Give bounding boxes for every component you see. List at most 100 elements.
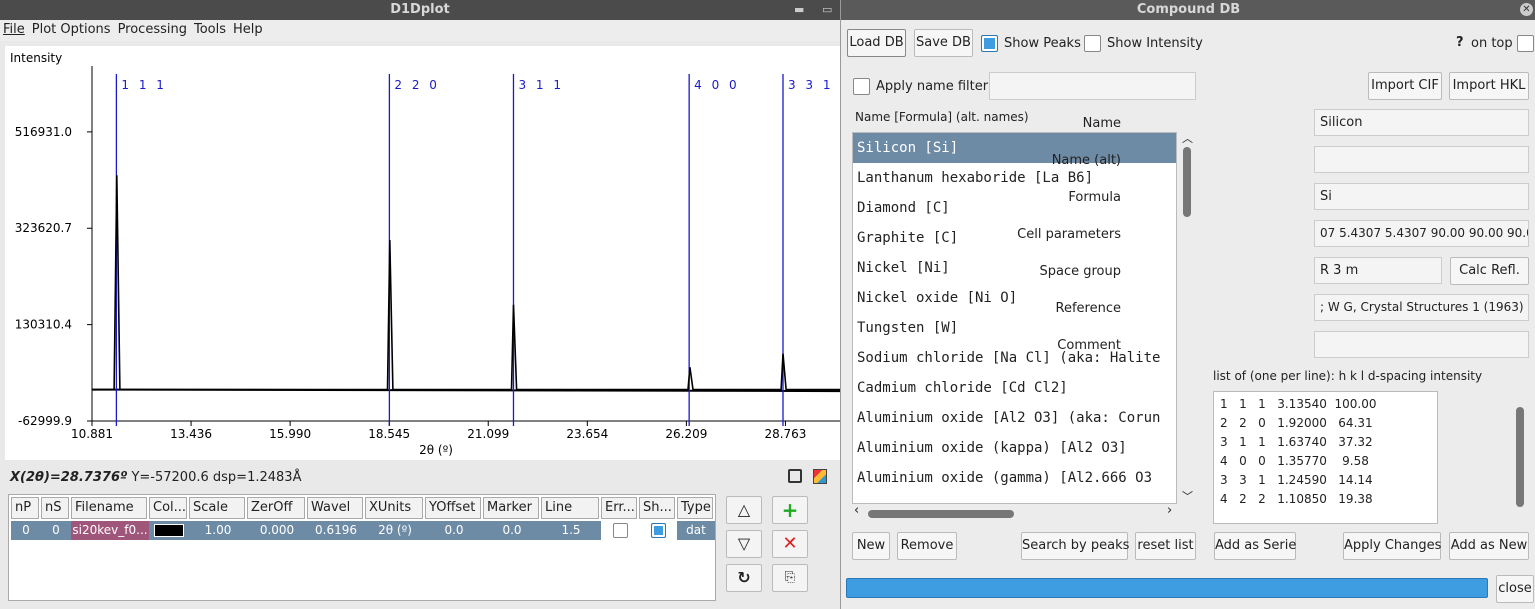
list-item[interactable]: Aluminium oxide (gamma) [Al2.666 O3 (853, 463, 1176, 493)
reflections-vscrollbar[interactable] (1513, 391, 1527, 524)
list-item[interactable]: .......... (853, 493, 1176, 503)
list-item[interactable]: Sodium chloride [Na Cl] (aka: Halite (853, 343, 1176, 373)
maximize-icon[interactable]: ▭ (822, 0, 832, 20)
cell-xunits[interactable]: 2θ (º) (365, 521, 425, 540)
reflections-textarea[interactable]: 1 1 1 3.13540 100.00 2 2 0 1.92000 64.31… (1213, 391, 1438, 524)
scroll-left-icon[interactable]: ‹ (854, 503, 859, 518)
col-header[interactable]: Wavel (307, 497, 363, 519)
cell-ns[interactable]: 0 (41, 521, 71, 540)
remove-button[interactable]: ✕ (772, 530, 808, 558)
menu-help[interactable]: Help (230, 20, 267, 37)
list-item[interactable]: Silicon [Si] (853, 133, 1176, 163)
comment-input[interactable] (1314, 331, 1529, 358)
menu-processing[interactable]: Processing (115, 20, 191, 37)
help-icon[interactable]: ? (1456, 35, 1464, 50)
col-header[interactable]: Scale (189, 497, 245, 519)
col-header[interactable]: Line (541, 497, 599, 519)
show-peaks-label[interactable]: Show Peaks (1004, 36, 1081, 51)
scroll-down-icon[interactable]: ﹀ (1182, 488, 1193, 504)
add-button[interactable]: + (772, 496, 808, 524)
new-button[interactable]: New (852, 532, 890, 560)
list-hscrollbar[interactable]: ‹ › (852, 503, 1177, 520)
list-vscroll-thumb[interactable] (1183, 147, 1191, 217)
list-item[interactable]: Aluminium oxide (kappa) [Al2 O3] (853, 433, 1176, 463)
color-palette-icon[interactable] (813, 469, 827, 484)
name-filter-input[interactable] (989, 72, 1196, 100)
cell-marker[interactable]: 0.0 (483, 521, 541, 540)
diffraction-chart[interactable]: Intensity 516931.0 323620.7 130310.4 -62999.… (5, 46, 841, 460)
load-db-button[interactable]: Load DB (847, 29, 906, 57)
list-item[interactable]: Nickel [Ni] (853, 253, 1176, 283)
cell-color[interactable] (149, 521, 189, 540)
list-item[interactable]: Tungsten [W] (853, 313, 1176, 343)
show-intensity-label[interactable]: Show Intensity (1107, 36, 1203, 51)
reload-button[interactable]: ↻ (726, 564, 762, 592)
close-button[interactable]: close (1496, 575, 1534, 603)
col-header[interactable]: nS (41, 497, 69, 519)
fit-view-icon[interactable] (788, 469, 802, 483)
list-hscroll-thumb[interactable] (868, 510, 1014, 518)
cell-show[interactable] (639, 521, 677, 540)
list-item[interactable]: Graphite [C] (853, 223, 1176, 253)
show-checkbox[interactable] (650, 523, 666, 538)
apply-filter-checkbox[interactable] (853, 78, 870, 95)
space-group-input[interactable]: R 3 m (1314, 257, 1442, 284)
col-header[interactable]: Filename (71, 497, 147, 519)
col-header[interactable]: Marker (483, 497, 539, 519)
col-header[interactable]: XUnits (365, 497, 423, 519)
list-item[interactable]: Lanthanum hexaboride [La B6] (853, 163, 1176, 193)
err-checkbox[interactable] (612, 523, 628, 538)
import-cif-button[interactable]: Import CIF (1368, 72, 1442, 100)
move-up-button[interactable]: △ (726, 496, 762, 524)
series-table[interactable]: nP nS Filename Col... Scale ZerOff Wavel… (8, 494, 716, 601)
reflections-scroll-thumb[interactable] (1516, 407, 1524, 507)
save-button[interactable]: ⎘ (772, 564, 808, 592)
show-peaks-checkbox[interactable] (981, 35, 998, 52)
calc-refl-button[interactable]: Calc Refl. (1450, 257, 1529, 285)
list-item[interactable]: Nickel oxide [Ni O] (853, 283, 1176, 313)
col-header[interactable]: Type (677, 497, 713, 519)
cell-scale[interactable]: 1.00 (189, 521, 247, 540)
formula-input[interactable]: Si (1314, 183, 1529, 210)
menu-file[interactable]: File (0, 20, 29, 37)
col-header[interactable]: Sh... (639, 497, 675, 519)
menu-plot-options[interactable]: Plot Options (29, 20, 115, 37)
cell-wavel[interactable]: 0.6196 (307, 521, 365, 540)
list-item[interactable]: Diamond [C] (853, 193, 1176, 223)
minimize-icon[interactable]: ▬ (794, 0, 804, 20)
cell-type[interactable]: dat (677, 521, 715, 540)
list-item[interactable]: Aluminium oxide [Al2 O3] (aka: Corun (853, 403, 1176, 433)
on-top-checkbox[interactable] (1517, 35, 1534, 52)
list-item[interactable]: Cadmium chloride [Cd Cl2] (853, 373, 1176, 403)
menu-tools[interactable]: Tools (191, 20, 230, 37)
search-by-peaks-button[interactable]: Search by peaks (1021, 532, 1129, 560)
col-header[interactable]: YOffset (425, 497, 481, 519)
import-hkl-button[interactable]: Import HKL (1449, 72, 1529, 100)
col-header[interactable]: ZerOff (247, 497, 305, 519)
scroll-up-icon[interactable]: ︿ (1182, 130, 1193, 146)
color-swatch[interactable] (154, 524, 184, 537)
col-header[interactable]: nP (11, 497, 39, 519)
save-db-button[interactable]: Save DB (914, 29, 973, 57)
add-as-new-button[interactable]: Add as New (1449, 532, 1529, 560)
dialog-close-icon[interactable]: ✕ (1520, 3, 1533, 16)
col-header[interactable]: Col... (149, 497, 187, 519)
apply-changes-button[interactable]: Apply Changes (1343, 532, 1441, 560)
reference-input[interactable]: ; W G, Crystal Structures 1 (1963) 7-8 (1314, 294, 1529, 321)
compound-list[interactable]: Silicon [Si] Lanthanum hexaboride [La B6… (852, 132, 1177, 504)
cell-input[interactable]: 07 5.4307 5.4307 90.00 90.00 90.0 (1314, 220, 1529, 247)
cell-yoffset[interactable]: 0.0 (425, 521, 483, 540)
cell-err[interactable] (601, 521, 639, 540)
reset-list-button[interactable]: reset list (1135, 532, 1196, 560)
cell-filename[interactable]: si20kev_f0... (71, 521, 149, 540)
add-as-serie-button[interactable]: Add as Serie (1214, 532, 1296, 560)
list-vscrollbar[interactable]: ︿ ﹀ (1179, 132, 1195, 504)
show-intensity-checkbox[interactable] (1084, 35, 1101, 52)
cell-line[interactable]: 1.5 (541, 521, 601, 540)
apply-filter-label[interactable]: Apply name filter: (876, 79, 992, 94)
scroll-right-icon[interactable]: › (1167, 503, 1172, 518)
cell-zeroff[interactable]: 0.000 (247, 521, 307, 540)
remove-compound-button[interactable]: Remove (897, 532, 957, 560)
name-input[interactable]: Silicon (1314, 109, 1529, 136)
plot-area[interactable]: Intensity 516931.0 323620.7 130310.4 -62999.… (5, 46, 841, 460)
